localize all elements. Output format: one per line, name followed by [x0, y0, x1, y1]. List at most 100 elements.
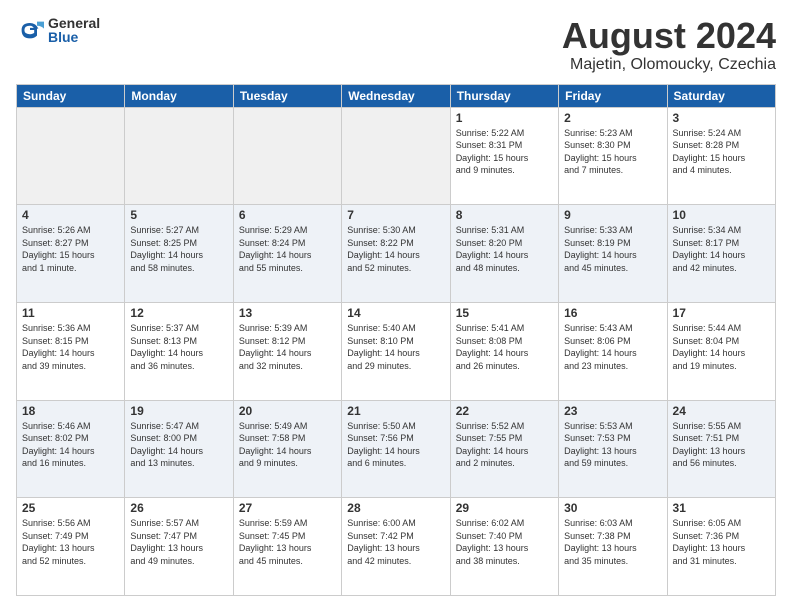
table-row: 25Sunrise: 5:56 AM Sunset: 7:49 PM Dayli… — [17, 498, 125, 596]
location-subtitle: Majetin, Olomoucky, Czechia — [562, 56, 776, 74]
day-number: 9 — [564, 208, 661, 222]
day-number: 22 — [456, 404, 553, 418]
logo-blue-text: Blue — [48, 30, 100, 44]
day-number: 10 — [673, 208, 770, 222]
day-number: 19 — [130, 404, 227, 418]
table-row: 1Sunrise: 5:22 AM Sunset: 8:31 PM Daylig… — [450, 107, 558, 205]
table-row: 13 Sunrise: 5:39 AM Sunset: 8:12 PM Dayli… — [233, 302, 341, 400]
day-number: 7 — [347, 208, 444, 222]
table-row: 7 Sunrise: 5:30 AM Sunset: 8:22 PM Daylig… — [342, 205, 450, 303]
table-row — [17, 107, 125, 205]
calendar-table: Sunday Monday Tuesday Wednesday Thursday… — [16, 84, 776, 596]
day-info: Sunrise: 5:59 AM Sunset: 7:45 PM Dayligh… — [239, 517, 336, 567]
table-row: 21Sunrise: 5:50 AM Sunset: 7:56 PM Dayli… — [342, 400, 450, 498]
day-info: Sunrise: 5:31 AM Sunset: 8:20 PM Dayligh… — [456, 224, 553, 274]
title-section: August 2024 Majetin, Olomoucky, Czechia — [562, 16, 776, 74]
table-row: 30Sunrise: 6:03 AM Sunset: 7:38 PM Dayli… — [559, 498, 667, 596]
day-number: 24 — [673, 404, 770, 418]
table-row: 16Sunrise: 5:43 AM Sunset: 8:06 PM Dayli… — [559, 302, 667, 400]
table-row: 17 Sunrise: 5:44 AM Sunset: 8:04 PM Dayli… — [667, 302, 775, 400]
day-info: Sunrise: 5:52 AM Sunset: 7:55 PM Dayligh… — [456, 420, 553, 470]
day-number: 28 — [347, 501, 444, 515]
table-row: 29 Sunrise: 6:02 AM Sunset: 7:40 PM Dayli… — [450, 498, 558, 596]
day-number: 11 — [22, 306, 119, 320]
day-info: Sunrise: 6:00 AM Sunset: 7:42 PM Dayligh… — [347, 517, 444, 567]
day-info: Sunrise: 6:03 AM Sunset: 7:38 PM Dayligh… — [564, 517, 661, 567]
day-info: Sunrise: 5:26 AM Sunset: 8:27 PM Dayligh… — [22, 224, 119, 274]
page: General Blue August 2024 Majetin, Olomou… — [0, 0, 792, 612]
day-info: Sunrise: 6:05 AM Sunset: 7:36 PM Dayligh… — [673, 517, 770, 567]
table-row — [125, 107, 233, 205]
header-monday: Monday — [125, 84, 233, 107]
logo: General Blue — [16, 16, 100, 44]
table-row: 27Sunrise: 5:59 AM Sunset: 7:45 PM Dayli… — [233, 498, 341, 596]
day-number: 31 — [673, 501, 770, 515]
table-row: 23Sunrise: 5:53 AM Sunset: 7:53 PM Dayli… — [559, 400, 667, 498]
table-row: 15 Sunrise: 5:41 AM Sunset: 8:08 PM Dayli… — [450, 302, 558, 400]
day-number: 14 — [347, 306, 444, 320]
day-number: 12 — [130, 306, 227, 320]
day-info: Sunrise: 5:41 AM Sunset: 8:08 PM Dayligh… — [456, 322, 553, 372]
table-row — [342, 107, 450, 205]
table-row: 3 Sunrise: 5:24 AM Sunset: 8:28 PM Daylig… — [667, 107, 775, 205]
logo-text: General Blue — [48, 16, 100, 44]
table-row: 6 Sunrise: 5:29 AM Sunset: 8:24 PM Daylig… — [233, 205, 341, 303]
day-info: Sunrise: 5:37 AM Sunset: 8:13 PM Dayligh… — [130, 322, 227, 372]
header-thursday: Thursday — [450, 84, 558, 107]
header-saturday: Saturday — [667, 84, 775, 107]
day-info: Sunrise: 6:02 AM Sunset: 7:40 PM Dayligh… — [456, 517, 553, 567]
day-info: Sunrise: 5:23 AM Sunset: 8:30 PM Dayligh… — [564, 127, 661, 177]
header-friday: Friday — [559, 84, 667, 107]
day-number: 15 — [456, 306, 553, 320]
table-row: 31 Sunrise: 6:05 AM Sunset: 7:36 PM Dayli… — [667, 498, 775, 596]
table-row: 18 Sunrise: 5:46 AM Sunset: 8:02 PM Dayli… — [17, 400, 125, 498]
day-number: 5 — [130, 208, 227, 222]
day-info: Sunrise: 5:24 AM Sunset: 8:28 PM Dayligh… — [673, 127, 770, 177]
logo-icon — [16, 16, 44, 44]
day-info: Sunrise: 5:55 AM Sunset: 7:51 PM Dayligh… — [673, 420, 770, 470]
day-info: Sunrise: 5:29 AM Sunset: 8:24 PM Dayligh… — [239, 224, 336, 274]
header-wednesday: Wednesday — [342, 84, 450, 107]
table-row: 9 Sunrise: 5:33 AM Sunset: 8:19 PM Daylig… — [559, 205, 667, 303]
header-tuesday: Tuesday — [233, 84, 341, 107]
table-row: 20Sunrise: 5:49 AM Sunset: 7:58 PM Dayli… — [233, 400, 341, 498]
day-info: Sunrise: 5:56 AM Sunset: 7:49 PM Dayligh… — [22, 517, 119, 567]
day-number: 20 — [239, 404, 336, 418]
table-row: 5Sunrise: 5:27 AM Sunset: 8:25 PM Daylig… — [125, 205, 233, 303]
calendar-week-row: 25Sunrise: 5:56 AM Sunset: 7:49 PM Dayli… — [17, 498, 776, 596]
day-info: Sunrise: 5:33 AM Sunset: 8:19 PM Dayligh… — [564, 224, 661, 274]
day-info: Sunrise: 5:30 AM Sunset: 8:22 PM Dayligh… — [347, 224, 444, 274]
day-number: 17 — [673, 306, 770, 320]
day-info: Sunrise: 5:46 AM Sunset: 8:02 PM Dayligh… — [22, 420, 119, 470]
table-row: 11 Sunrise: 5:36 AM Sunset: 8:15 PM Dayli… — [17, 302, 125, 400]
table-row: 28 Sunrise: 6:00 AM Sunset: 7:42 PM Dayli… — [342, 498, 450, 596]
day-info: Sunrise: 5:53 AM Sunset: 7:53 PM Dayligh… — [564, 420, 661, 470]
day-info: Sunrise: 5:57 AM Sunset: 7:47 PM Dayligh… — [130, 517, 227, 567]
table-row: 14 Sunrise: 5:40 AM Sunset: 8:10 PM Dayli… — [342, 302, 450, 400]
day-number: 21 — [347, 404, 444, 418]
day-info: Sunrise: 5:36 AM Sunset: 8:15 PM Dayligh… — [22, 322, 119, 372]
day-info: Sunrise: 5:34 AM Sunset: 8:17 PM Dayligh… — [673, 224, 770, 274]
table-row: 10 Sunrise: 5:34 AM Sunset: 8:17 PM Dayli… — [667, 205, 775, 303]
day-number: 2 — [564, 111, 661, 125]
day-info: Sunrise: 5:44 AM Sunset: 8:04 PM Dayligh… — [673, 322, 770, 372]
day-number: 3 — [673, 111, 770, 125]
day-number: 6 — [239, 208, 336, 222]
header: General Blue August 2024 Majetin, Olomou… — [16, 16, 776, 74]
day-info: Sunrise: 5:39 AM Sunset: 8:12 PM Dayligh… — [239, 322, 336, 372]
calendar-week-row: 1Sunrise: 5:22 AM Sunset: 8:31 PM Daylig… — [17, 107, 776, 205]
day-number: 13 — [239, 306, 336, 320]
day-info: Sunrise: 5:47 AM Sunset: 8:00 PM Dayligh… — [130, 420, 227, 470]
table-row: 24 Sunrise: 5:55 AM Sunset: 7:51 PM Dayli… — [667, 400, 775, 498]
day-info: Sunrise: 5:22 AM Sunset: 8:31 PM Dayligh… — [456, 127, 553, 177]
calendar-week-row: 4Sunrise: 5:26 AM Sunset: 8:27 PM Daylig… — [17, 205, 776, 303]
table-row: 26Sunrise: 5:57 AM Sunset: 7:47 PM Dayli… — [125, 498, 233, 596]
calendar-week-row: 11 Sunrise: 5:36 AM Sunset: 8:15 PM Dayli… — [17, 302, 776, 400]
header-sunday: Sunday — [17, 84, 125, 107]
day-number: 18 — [22, 404, 119, 418]
day-info: Sunrise: 5:40 AM Sunset: 8:10 PM Dayligh… — [347, 322, 444, 372]
table-row: 4Sunrise: 5:26 AM Sunset: 8:27 PM Daylig… — [17, 205, 125, 303]
table-row: 8Sunrise: 5:31 AM Sunset: 8:20 PM Daylig… — [450, 205, 558, 303]
day-number: 29 — [456, 501, 553, 515]
logo-general-text: General — [48, 16, 100, 30]
